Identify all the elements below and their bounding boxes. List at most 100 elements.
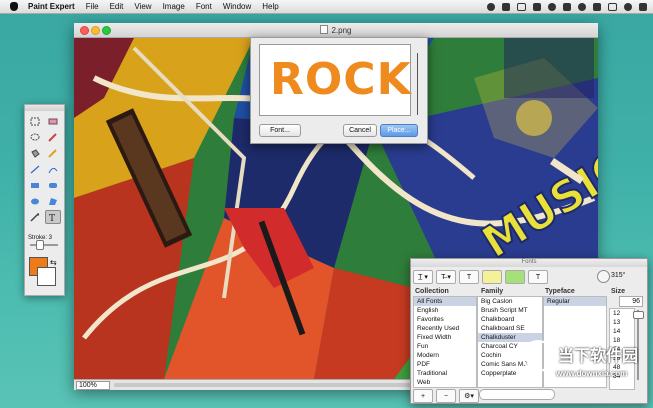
menu-bar: Paint Expert File Edit View Image Font W… xyxy=(0,0,653,14)
place-button[interactable]: Place... xyxy=(380,124,418,137)
search-icon[interactable] xyxy=(624,2,632,11)
menu-edit[interactable]: Edit xyxy=(110,2,124,11)
collection-list[interactable]: All Fonts English Favorites Recently Use… xyxy=(413,296,477,388)
text-tool-icon[interactable]: T xyxy=(45,210,61,224)
bluetooth-icon[interactable] xyxy=(563,2,571,11)
list-item[interactable]: English xyxy=(414,306,476,315)
window-title-text: 2.png xyxy=(331,26,352,35)
list-item[interactable]: 12 xyxy=(610,309,634,318)
strikethrough-menu-button[interactable]: T̶ ▾ xyxy=(436,270,456,284)
background-color-well[interactable] xyxy=(37,267,56,286)
notification-center-icon[interactable] xyxy=(639,2,647,11)
size-slider-knob[interactable] xyxy=(633,311,644,319)
menu-file[interactable]: File xyxy=(86,2,99,11)
lasso-icon[interactable] xyxy=(28,131,42,143)
underline-menu-button[interactable]: T̲ ▾ xyxy=(413,270,433,284)
size-header: Size xyxy=(611,288,626,295)
remove-collection-button[interactable]: − xyxy=(436,389,456,403)
menu-app-name[interactable]: Paint Expert xyxy=(28,2,75,11)
eraser-icon[interactable] xyxy=(46,115,60,127)
font-button[interactable]: Font... xyxy=(259,124,301,137)
text-caret xyxy=(417,53,418,115)
shadow-toggle-button[interactable]: T xyxy=(528,270,548,284)
list-item[interactable]: Brush Script MT xyxy=(478,306,542,315)
stroke-slider-knob[interactable] xyxy=(36,240,44,250)
size-input[interactable]: 96 xyxy=(619,296,643,307)
apple-icon[interactable] xyxy=(10,2,18,11)
volume-icon[interactable] xyxy=(593,2,601,11)
highlight-color-button[interactable] xyxy=(505,270,525,284)
list-item[interactable]: Favorites xyxy=(414,315,476,324)
polygon-icon[interactable] xyxy=(46,195,60,207)
window-titlebar[interactable]: 2.png xyxy=(74,23,598,38)
pencil-icon[interactable] xyxy=(46,147,60,159)
list-item[interactable]: Web xyxy=(414,378,476,387)
list-item[interactable]: Fun xyxy=(414,342,476,351)
screen-icon[interactable] xyxy=(517,2,526,11)
menu-font[interactable]: Font xyxy=(196,2,212,11)
rounded-rectangle-icon[interactable] xyxy=(46,179,60,191)
menu-view[interactable]: View xyxy=(134,2,151,11)
preview-text: ROCK xyxy=(270,54,412,105)
svg-text:T: T xyxy=(49,214,55,222)
sync-icon[interactable] xyxy=(502,2,510,11)
eyedropper-icon[interactable] xyxy=(28,211,42,223)
document-icon xyxy=(320,25,329,34)
fonts-bottom-bar: + − ⚙▾ xyxy=(413,389,479,403)
fonts-panel: Fonts T̲ ▾ T̶ ▾ T T 315° Collection Fami… xyxy=(410,258,648,404)
marquee-select-icon[interactable] xyxy=(28,115,42,127)
list-item[interactable]: All Fonts xyxy=(414,297,476,306)
family-header: Family xyxy=(481,288,504,295)
menu-image[interactable]: Image xyxy=(163,2,185,11)
watermark: 当下软件园 www.downxia.com xyxy=(522,340,639,378)
text-sheet: ROCK Font... Cancel Place... xyxy=(250,37,428,144)
status-icon[interactable] xyxy=(487,2,495,11)
list-item[interactable]: Chalkboard xyxy=(478,315,542,324)
time-machine-icon[interactable] xyxy=(548,2,556,11)
shadow-angle-dial[interactable] xyxy=(597,270,610,283)
list-item[interactable]: Regular xyxy=(544,297,606,306)
watermark-url: www.downxia.com xyxy=(556,369,628,378)
list-item[interactable]: 14 xyxy=(610,327,634,336)
battery-icon[interactable] xyxy=(608,2,617,11)
action-gear-icon[interactable]: ⚙▾ xyxy=(459,389,479,403)
list-item[interactable]: 13 xyxy=(610,318,634,327)
fonts-panel-title: Fonts xyxy=(411,259,647,267)
font-search-input[interactable] xyxy=(479,389,555,400)
window-title: 2.png xyxy=(74,25,598,35)
watermark-title: 当下软件园 xyxy=(558,348,639,365)
typeface-header: Typeface xyxy=(545,288,575,295)
cancel-button[interactable]: Cancel xyxy=(343,124,377,137)
add-collection-button[interactable]: + xyxy=(413,389,433,403)
fonts-toolbar: T̲ ▾ T̶ ▾ T T xyxy=(413,270,548,284)
line-icon[interactable] xyxy=(28,163,42,175)
zoom-field[interactable]: 100% xyxy=(76,381,110,390)
menu-window[interactable]: Window xyxy=(223,2,251,11)
brush-icon[interactable] xyxy=(46,131,60,143)
menu-help[interactable]: Help xyxy=(262,2,278,11)
document-color-button[interactable] xyxy=(482,270,502,284)
rectangle-icon[interactable] xyxy=(28,179,42,191)
paint-bucket-icon[interactable] xyxy=(28,147,42,159)
swap-colors-icon[interactable]: ⇆ xyxy=(50,258,57,267)
palette-titlebar[interactable] xyxy=(25,105,64,111)
curve-icon[interactable] xyxy=(46,163,60,175)
watermark-logo-icon xyxy=(522,340,554,372)
stroke-slider[interactable] xyxy=(30,244,58,246)
list-item[interactable]: Big Caslon xyxy=(478,297,542,306)
collection-header: Collection xyxy=(415,288,449,295)
shadow-angle-value: 315° xyxy=(611,272,626,279)
list-item[interactable]: Traditional xyxy=(414,369,476,378)
tools-palette: T Stroke: 3 ⇆ xyxy=(24,104,65,296)
wifi-icon[interactable] xyxy=(578,2,586,11)
text-color-button[interactable]: T xyxy=(459,270,479,284)
list-item[interactable]: Fixed Width xyxy=(414,333,476,342)
text-preview[interactable]: ROCK xyxy=(259,44,418,116)
lock-icon[interactable] xyxy=(533,2,541,11)
list-item[interactable]: Recently Used xyxy=(414,324,476,333)
menubar-status-icons xyxy=(487,0,647,13)
list-item[interactable]: PDF xyxy=(414,360,476,369)
list-item[interactable]: Chalkboard SE xyxy=(478,324,542,333)
ellipse-icon[interactable] xyxy=(28,195,42,207)
list-item[interactable]: Modern xyxy=(414,351,476,360)
